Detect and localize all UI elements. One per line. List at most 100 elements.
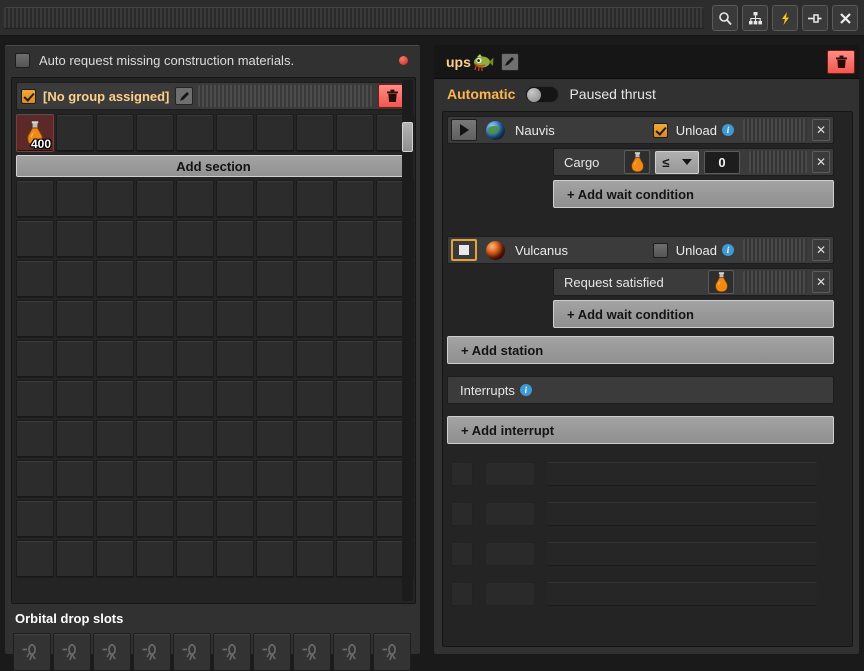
- logistics-slot-empty[interactable]: [56, 114, 94, 152]
- logistics-slot-empty[interactable]: [336, 500, 374, 538]
- logistics-slot-empty[interactable]: [216, 380, 254, 418]
- logistics-slot-empty[interactable]: [176, 460, 214, 498]
- logistics-slot-empty[interactable]: [336, 420, 374, 458]
- condition-item-button[interactable]: [708, 270, 734, 294]
- logistics-slot-empty[interactable]: [96, 460, 134, 498]
- wait-condition-cargo[interactable]: Cargo ≤ 0 ✕: [553, 148, 834, 176]
- orbital-drop-slot[interactable]: [213, 633, 251, 671]
- logistics-slot-empty[interactable]: [96, 340, 134, 378]
- condition-operator-select[interactable]: ≤: [655, 150, 699, 174]
- logistics-slot-empty[interactable]: [336, 260, 374, 298]
- logistics-slot-empty[interactable]: [256, 540, 294, 578]
- logistics-slot-empty[interactable]: [256, 260, 294, 298]
- orbital-drop-slot[interactable]: [333, 633, 371, 671]
- logistics-slot-empty[interactable]: [296, 220, 334, 258]
- logistics-slot-empty[interactable]: [136, 220, 174, 258]
- logistics-slot-empty[interactable]: [16, 260, 54, 298]
- orbital-drop-slot[interactable]: [253, 633, 291, 671]
- logistics-slot-empty[interactable]: [176, 260, 214, 298]
- logistics-slot-empty[interactable]: [56, 420, 94, 458]
- logistics-slot-empty[interactable]: [136, 460, 174, 498]
- logistics-slot-empty[interactable]: [336, 460, 374, 498]
- unload-checkbox[interactable]: [652, 242, 668, 258]
- logistics-slot-empty[interactable]: [16, 500, 54, 538]
- logistics-slot-empty[interactable]: [216, 540, 254, 578]
- logistics-slot-empty[interactable]: [56, 180, 94, 218]
- orbital-drop-slot[interactable]: [53, 633, 91, 671]
- station-stop-button[interactable]: [451, 239, 477, 261]
- logistics-slot-empty[interactable]: [216, 300, 254, 338]
- logistics-slot-empty[interactable]: [216, 420, 254, 458]
- logistics-slot-empty[interactable]: [296, 460, 334, 498]
- logistics-slot-empty[interactable]: [256, 300, 294, 338]
- logistics-slot-empty[interactable]: [176, 340, 214, 378]
- auto-request-checkbox[interactable]: [15, 52, 30, 68]
- group-edit-pencil-icon[interactable]: [175, 87, 194, 105]
- logistics-slot-empty[interactable]: [96, 540, 134, 578]
- logistics-slot-empty[interactable]: [136, 420, 174, 458]
- logistics-slot-empty[interactable]: [296, 260, 334, 298]
- condition-remove-button[interactable]: ✕: [812, 151, 830, 173]
- logistics-slot-empty[interactable]: [16, 460, 54, 498]
- logistics-slot-empty[interactable]: [216, 460, 254, 498]
- search-icon-button[interactable]: [712, 5, 738, 31]
- logistics-slot-empty[interactable]: [296, 380, 334, 418]
- logistics-slot-empty[interactable]: [136, 260, 174, 298]
- logistics-slot-empty[interactable]: [296, 180, 334, 218]
- add-section-button[interactable]: Add section: [16, 155, 411, 177]
- logistics-slot-empty[interactable]: [256, 180, 294, 218]
- logistics-slot-empty[interactable]: [136, 114, 174, 152]
- logistics-slot-empty[interactable]: [216, 114, 254, 152]
- logistics-slot-empty[interactable]: [176, 500, 214, 538]
- logistics-slot-empty[interactable]: [296, 420, 334, 458]
- logistics-slot-filled[interactable]: 400: [16, 114, 54, 152]
- logistics-slot-empty[interactable]: [136, 540, 174, 578]
- logistics-slot-empty[interactable]: [56, 220, 94, 258]
- logistics-slot-empty[interactable]: [296, 500, 334, 538]
- logistics-slot-empty[interactable]: [96, 180, 134, 218]
- logistics-slot-empty[interactable]: [56, 500, 94, 538]
- logistics-slot-empty[interactable]: [136, 380, 174, 418]
- logistics-slot-empty[interactable]: [56, 460, 94, 498]
- logistics-slot-empty[interactable]: [56, 380, 94, 418]
- logistics-slot-empty[interactable]: [176, 540, 214, 578]
- station-remove-button[interactable]: ✕: [812, 119, 830, 141]
- logistics-scrollbar-track[interactable]: [402, 80, 413, 601]
- logistics-slot-empty[interactable]: [296, 340, 334, 378]
- logistics-slot-empty[interactable]: [336, 114, 374, 152]
- logistics-slot-empty[interactable]: [216, 180, 254, 218]
- logistics-slot-empty[interactable]: [96, 500, 134, 538]
- condition-value-input[interactable]: 0: [704, 150, 740, 174]
- logistics-slot-empty[interactable]: [56, 260, 94, 298]
- station-drag-handle[interactable]: [743, 119, 807, 141]
- logistics-slot-empty[interactable]: [176, 420, 214, 458]
- schedule-delete-button[interactable]: [827, 49, 855, 74]
- logistics-slot-empty[interactable]: [96, 114, 134, 152]
- logistics-slot-empty[interactable]: [256, 114, 294, 152]
- info-icon[interactable]: i: [722, 244, 734, 256]
- logistics-slot-empty[interactable]: [216, 260, 254, 298]
- logistics-slot-empty[interactable]: [336, 180, 374, 218]
- logistics-slot-empty[interactable]: [256, 420, 294, 458]
- station-play-button[interactable]: [451, 119, 477, 141]
- condition-item-button[interactable]: [624, 150, 650, 174]
- logistics-slot-empty[interactable]: [336, 540, 374, 578]
- group-enabled-checkbox[interactable]: [21, 88, 36, 104]
- station-row-nauvis[interactable]: Nauvis Unload i ✕: [447, 116, 834, 144]
- logistics-slot-empty[interactable]: [216, 500, 254, 538]
- pin-icon-button[interactable]: [802, 5, 828, 31]
- logistics-slot-empty[interactable]: [336, 340, 374, 378]
- logistics-scrollbar-thumb[interactable]: [402, 122, 413, 152]
- wait-condition-request-satisfied[interactable]: Request satisfied ✕: [553, 268, 834, 296]
- logistics-slot-empty[interactable]: [136, 500, 174, 538]
- logistics-slot-empty[interactable]: [136, 300, 174, 338]
- logistics-slot-empty[interactable]: [296, 300, 334, 338]
- logistics-slot-empty[interactable]: [96, 380, 134, 418]
- schedule-edit-pencil-icon[interactable]: [500, 52, 519, 71]
- station-drag-handle[interactable]: [743, 239, 807, 261]
- power-icon-button[interactable]: [772, 5, 798, 31]
- orbital-drop-slot[interactable]: [293, 633, 331, 671]
- logistics-slot-empty[interactable]: [256, 220, 294, 258]
- condition-drag-handle[interactable]: [749, 151, 807, 173]
- logistics-slot-empty[interactable]: [16, 220, 54, 258]
